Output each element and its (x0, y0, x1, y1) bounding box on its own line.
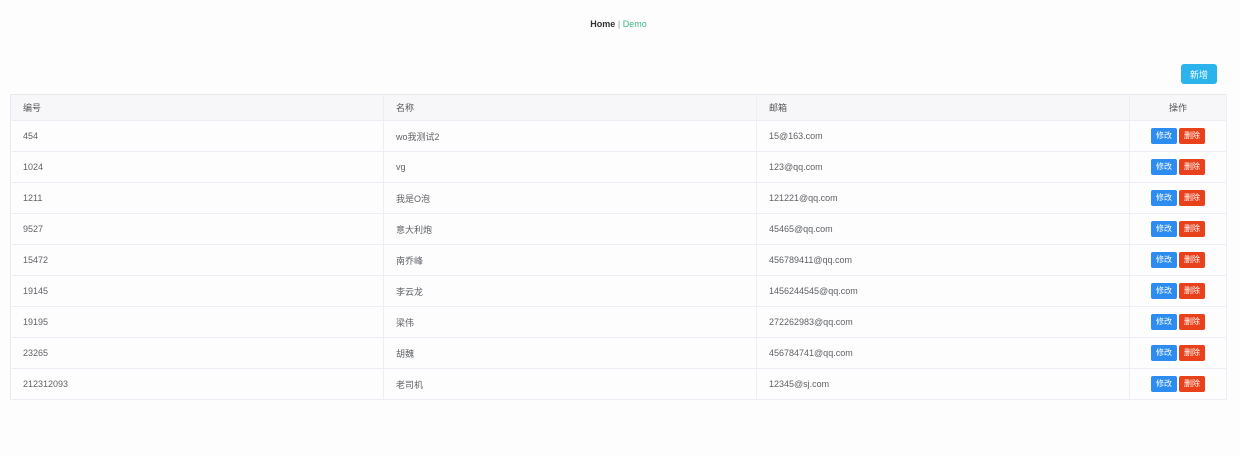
table-row: 19145 李云龙 1456244545@qq.com 修改 删除 (10, 275, 1227, 307)
cell-email: 12345@sj.com (756, 368, 1130, 400)
header-actions: 操作 (1129, 94, 1227, 121)
table-row: 454 wo我测试2 15@163.com 修改 删除 (10, 120, 1227, 152)
delete-button[interactable]: 删除 (1179, 314, 1205, 330)
edit-button[interactable]: 修改 (1151, 221, 1177, 237)
cell-name: vg (383, 151, 757, 183)
nav-demo-link[interactable]: Demo (623, 19, 647, 29)
table-row: 1211 我是O泡 121221@qq.com 修改 删除 (10, 182, 1227, 214)
nav-home-link[interactable]: Home (590, 19, 615, 29)
cell-actions: 修改 删除 (1129, 306, 1227, 338)
cell-name: 胡魏 (383, 337, 757, 369)
nav-separator: | (617, 19, 621, 29)
delete-button[interactable]: 删除 (1179, 376, 1205, 392)
edit-button[interactable]: 修改 (1151, 159, 1177, 175)
cell-actions: 修改 删除 (1129, 120, 1227, 152)
table-header-row: 编号 名称 邮箱 操作 (10, 94, 1227, 121)
delete-button[interactable]: 删除 (1179, 283, 1205, 299)
cell-email: 15@163.com (756, 120, 1130, 152)
cell-email: 456789411@qq.com (756, 244, 1130, 276)
cell-email: 272262983@qq.com (756, 306, 1130, 338)
edit-button[interactable]: 修改 (1151, 190, 1177, 206)
cell-id: 1211 (10, 182, 384, 214)
cell-actions: 修改 删除 (1129, 244, 1227, 276)
cell-actions: 修改 删除 (1129, 337, 1227, 369)
cell-email: 1456244545@qq.com (756, 275, 1130, 307)
cell-actions: 修改 删除 (1129, 213, 1227, 245)
cell-email: 121221@qq.com (756, 182, 1130, 214)
edit-button[interactable]: 修改 (1151, 128, 1177, 144)
cell-actions: 修改 删除 (1129, 182, 1227, 214)
table-row: 15472 南乔峰 456789411@qq.com 修改 删除 (10, 244, 1227, 276)
cell-name: 梁伟 (383, 306, 757, 338)
table-row: 1024 vg 123@qq.com 修改 删除 (10, 151, 1227, 183)
delete-button[interactable]: 删除 (1179, 252, 1205, 268)
data-table: 编号 名称 邮箱 操作 454 wo我测试2 15@163.com 修改 删除 10… (10, 94, 1227, 400)
cell-id: 15472 (10, 244, 384, 276)
table-row: 9527 意大利炮 45465@qq.com 修改 删除 (10, 213, 1227, 245)
table-row: 19195 梁伟 272262983@qq.com 修改 删除 (10, 306, 1227, 338)
edit-button[interactable]: 修改 (1151, 252, 1177, 268)
breadcrumb-nav: Home | Demo (0, 19, 1237, 29)
table-row: 212312093 老司机 12345@sj.com 修改 删除 (10, 368, 1227, 400)
cell-email: 456784741@qq.com (756, 337, 1130, 369)
cell-name: 南乔峰 (383, 244, 757, 276)
edit-button[interactable]: 修改 (1151, 345, 1177, 361)
cell-id: 1024 (10, 151, 384, 183)
cell-id: 19145 (10, 275, 384, 307)
cell-id: 9527 (10, 213, 384, 245)
header-name: 名称 (383, 94, 757, 121)
cell-name: 李云龙 (383, 275, 757, 307)
cell-email: 123@qq.com (756, 151, 1130, 183)
cell-name: wo我测试2 (383, 120, 757, 152)
table-row: 23265 胡魏 456784741@qq.com 修改 删除 (10, 337, 1227, 369)
delete-button[interactable]: 删除 (1179, 159, 1205, 175)
header-email: 邮箱 (756, 94, 1130, 121)
delete-button[interactable]: 删除 (1179, 221, 1205, 237)
cell-actions: 修改 删除 (1129, 151, 1227, 183)
delete-button[interactable]: 删除 (1179, 345, 1205, 361)
cell-id: 19195 (10, 306, 384, 338)
cell-id: 23265 (10, 337, 384, 369)
add-button[interactable]: 新增 (1181, 64, 1217, 84)
cell-id: 212312093 (10, 368, 384, 400)
cell-actions: 修改 删除 (1129, 368, 1227, 400)
delete-button[interactable]: 删除 (1179, 190, 1205, 206)
cell-actions: 修改 删除 (1129, 275, 1227, 307)
header-id: 编号 (10, 94, 384, 121)
edit-button[interactable]: 修改 (1151, 283, 1177, 299)
cell-id: 454 (10, 120, 384, 152)
cell-name: 老司机 (383, 368, 757, 400)
cell-email: 45465@qq.com (756, 213, 1130, 245)
delete-button[interactable]: 删除 (1179, 128, 1205, 144)
cell-name: 我是O泡 (383, 182, 757, 214)
cell-name: 意大利炮 (383, 213, 757, 245)
edit-button[interactable]: 修改 (1151, 376, 1177, 392)
edit-button[interactable]: 修改 (1151, 314, 1177, 330)
